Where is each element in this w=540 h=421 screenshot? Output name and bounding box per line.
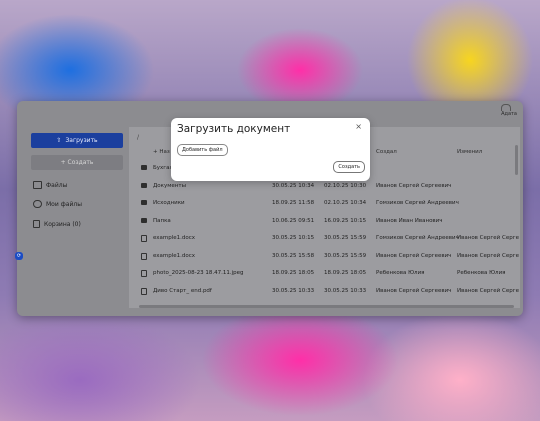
file-name: Папка [153,217,171,224]
create-button[interactable]: Создать [333,161,365,173]
table-row[interactable]: photo_2025-08-23 18.47.11.jpeg 18.09.25 … [129,264,520,282]
editor: Ребенкова Юлия [457,270,506,276]
column-editor[interactable]: Изменил [457,149,482,155]
folder-icon [141,182,147,188]
column-name[interactable]: + Наз [153,149,170,155]
sidebar-item-label: Мои файлы [46,200,82,208]
table-row[interactable]: example1.docx 30.05.25 15:58 30.05.25 15… [129,247,520,265]
user-icon [33,200,42,208]
document-icon [141,252,147,260]
file-name: example1.docx [153,235,196,241]
created-date: 02.10.25 10:30 [324,182,367,189]
upload-document-dialog: Загрузить документ × Добавить файл Созда… [171,118,370,181]
file-name: photo_2025-08-23 18.47.11.jpeg [153,270,244,276]
column-author[interactable]: Создал [376,149,397,155]
editor: Иванов Сергей Серге [457,252,519,259]
breadcrumb[interactable]: / [137,134,139,141]
created-date: 30.05.25 15:59 [324,252,367,259]
file-name: Документы [153,182,186,189]
upload-label: Загрузить [65,137,98,144]
author: Иванов Сергей Сергеевич [376,182,452,189]
user-name[interactable]: Адата [501,111,517,117]
modified-date: 30.05.25 10:34 [272,182,315,189]
author: Иванов Сергей Сергеевич [376,287,452,294]
sidebar: ⇧ Загрузить + Создать Файлы Мои файлы Ко… [17,127,129,316]
modified-date: 30.05.25 15:58 [272,252,315,259]
table-row[interactable]: Диво Старт_ end.pdf 30.05.25 10:33 30.05… [129,282,520,300]
horizontal-scrollbar[interactable] [139,305,514,308]
sidebar-item-files[interactable]: Файлы [33,181,67,189]
close-icon[interactable]: × [355,122,362,131]
modified-date: 18.09.25 11:58 [272,200,315,206]
add-file-button[interactable]: Добавить файл [177,144,228,156]
trash-icon [33,220,40,228]
sidebar-item-label: Файлы [46,181,68,189]
folder-icon [141,200,147,205]
editor: Иванов Сергей Серге [457,235,519,241]
image-file-icon [141,270,147,277]
modified-date: 30.05.25 10:33 [272,287,315,294]
user-icon[interactable] [501,104,511,111]
author: Иванов Иван Иванович [376,217,443,224]
author: Ребенкова Юлия [376,270,425,276]
file-name: Исходники [153,200,185,206]
create-button[interactable]: + Создать [31,155,123,170]
upload-button[interactable]: ⇧ Загрузить [31,133,123,148]
modified-date: 10.06.25 09:51 [272,217,315,224]
created-date: 30.05.25 15:59 [324,235,367,241]
document-icon [141,235,147,242]
modified-date: 30.05.25 10:15 [272,235,315,241]
dialog-title: Загрузить документ [177,123,291,135]
created-date: 02.10.25 10:34 [324,200,367,206]
file-name: example1.docx [153,252,196,259]
upload-icon: ⇧ [56,137,62,144]
author: Иванов Сергей Сергеевич [376,252,452,259]
sidebar-item-trash[interactable]: Корзина (0) [33,220,81,228]
editor: Иванов Сергей Серге [457,287,519,294]
created-date: 18.09.25 18:05 [324,270,367,276]
created-date: 16.09.25 10:15 [324,217,367,224]
author: Гомзиков Сергей Андреевич [376,200,459,206]
file-name: Диво Старт_ end.pdf [153,287,212,294]
sidebar-item-label: Корзина (0) [44,220,81,228]
table-row[interactable]: Исходники 18.09.25 11:58 02.10.25 10:34 … [129,194,520,212]
table-row[interactable]: Папка 10.06.25 09:51 16.09.25 10:15 Иван… [129,212,520,230]
folder-icon [141,165,147,170]
modified-date: 18.09.25 18:05 [272,270,315,276]
author: Гомзиков Сергей Андреевич [376,235,459,241]
sidebar-item-my-files[interactable]: Мои файлы [33,200,82,208]
folder-icon [141,217,147,223]
folder-icon [33,181,42,189]
pdf-file-icon [141,287,147,295]
created-date: 30.05.25 10:33 [324,287,367,294]
assistant-icon[interactable]: ⟳ [15,252,23,260]
create-label: + Создать [60,159,94,166]
table-row[interactable]: example1.docx 30.05.25 10:15 30.05.25 15… [129,229,520,247]
